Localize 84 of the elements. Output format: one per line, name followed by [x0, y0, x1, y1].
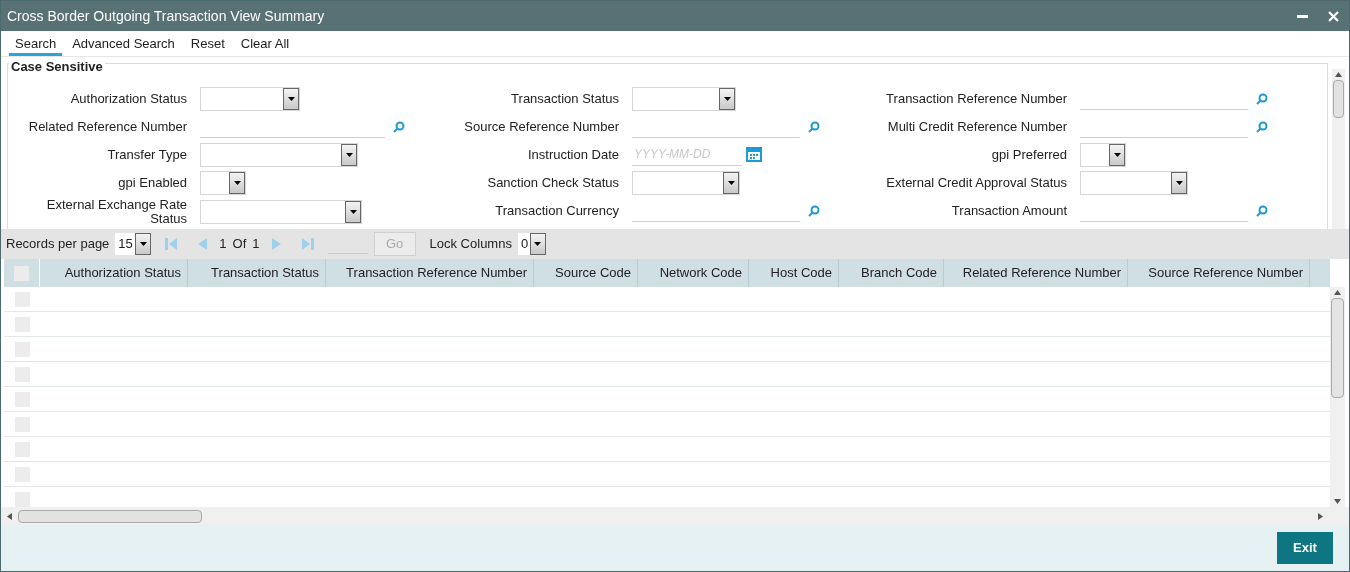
of-label: Of: [232, 235, 247, 254]
dropdown-button[interactable]: [283, 87, 299, 110]
column-header[interactable]: Branch Code: [839, 259, 944, 287]
window-title: Cross Border Outgoing Transaction View Summary: [7, 6, 325, 26]
dropdown-button[interactable]: [529, 233, 546, 255]
field-label: gpi Enabled: [117, 175, 188, 190]
column-header[interactable]: Source Code: [534, 259, 638, 287]
field-label: Transaction Status: [510, 91, 620, 106]
scroll-thumb[interactable]: [1333, 80, 1344, 118]
column-header[interactable]: Authorization Status: [40, 259, 188, 287]
search-icon[interactable]: [1256, 120, 1268, 133]
caret-icon: [139, 242, 147, 246]
calendar-icon[interactable]: [746, 147, 762, 162]
dropdown-button[interactable]: [1171, 171, 1187, 194]
caret-icon: [534, 242, 542, 246]
caret-icon: [233, 180, 241, 185]
select-field[interactable]: [200, 170, 246, 195]
dropdown-button[interactable]: [341, 143, 357, 166]
toolbar-tab[interactable]: Clear All: [234, 32, 296, 56]
field-label: Authorization Status: [69, 91, 188, 106]
field-label: Related Reference Number: [27, 119, 188, 134]
caret-icon: [345, 152, 353, 157]
records-label: Records per page: [6, 235, 110, 254]
lock-columns-label: Lock Columns: [429, 235, 512, 254]
search-icon[interactable]: [808, 120, 820, 133]
vertical-scrollbar[interactable]: [1330, 287, 1345, 507]
select-field[interactable]: [1080, 142, 1126, 167]
select-field[interactable]: [632, 170, 740, 195]
search-icon[interactable]: [808, 204, 820, 217]
field-label: External Exchange Rate Status: [45, 198, 188, 226]
lock-columns-select[interactable]: 0: [517, 233, 546, 255]
caret-icon: [349, 210, 357, 214]
scroll-right-icon[interactable]: [1318, 512, 1323, 520]
toolbar-tab[interactable]: Reset: [184, 32, 231, 56]
scroll-left-icon[interactable]: [7, 512, 12, 520]
toolbar-tab[interactable]: Advanced Search: [66, 32, 181, 56]
search-icon[interactable]: [1256, 204, 1268, 217]
dropdown-button[interactable]: [229, 171, 245, 194]
field-label: gpi Preferred: [990, 147, 1068, 162]
exit-button[interactable]: Exit: [1277, 532, 1333, 564]
select-field[interactable]: [200, 86, 300, 111]
column-header[interactable]: Source Reference Number: [1128, 259, 1310, 287]
field-label: Sanction Check Status: [486, 175, 620, 190]
column-header[interactable]: Host Code: [749, 259, 839, 287]
horizontal-scrollbar[interactable]: [1, 507, 1349, 525]
caret-icon: [1113, 152, 1121, 157]
dropdown-button[interactable]: [719, 87, 735, 110]
column-header[interactable]: Network Code: [638, 259, 749, 287]
column-header[interactable]: Related Reference Number: [944, 259, 1128, 287]
select-field[interactable]: [200, 200, 362, 224]
scroll-up-icon[interactable]: [1334, 290, 1341, 295]
field-label: Instruction Date: [526, 147, 620, 162]
field-label: Transaction Reference Number: [885, 91, 1068, 106]
caret-icon: [727, 180, 735, 185]
field-label: Source Reference Number: [463, 119, 620, 134]
close-icon[interactable]: [1328, 10, 1339, 22]
scroll-down-icon[interactable]: [1334, 499, 1341, 504]
field-label: Transfer Type: [106, 147, 188, 162]
select-field[interactable]: [200, 142, 358, 167]
caret-icon: [723, 96, 731, 101]
scroll-thumb[interactable]: [18, 509, 202, 523]
records-select[interactable]: 15: [115, 233, 152, 255]
select-field[interactable]: [1080, 170, 1188, 195]
field-label: External Credit Approval Status: [885, 175, 1068, 190]
scroll-thumb[interactable]: [1331, 298, 1344, 398]
dropdown-button[interactable]: [345, 201, 361, 223]
select-all-checkbox[interactable]: [14, 265, 29, 281]
field-label: Transaction Currency: [494, 203, 620, 218]
dropdown-button[interactable]: [1109, 143, 1125, 166]
caret-icon: [287, 96, 295, 101]
dropdown-button[interactable]: [135, 233, 152, 255]
page-total: 1: [252, 235, 260, 254]
search-icon[interactable]: [393, 120, 405, 133]
dropdown-button[interactable]: [723, 171, 739, 194]
vertical-scrollbar[interactable]: [1332, 69, 1345, 229]
caret-icon: [1175, 180, 1183, 185]
search-icon[interactable]: [1256, 92, 1268, 105]
scroll-up-icon[interactable]: [1335, 72, 1342, 77]
field-label: Transaction Amount: [950, 203, 1068, 218]
field-label: Multi Credit Reference Number: [886, 119, 1068, 134]
column-header[interactable]: Transaction Reference Number: [326, 259, 534, 287]
select-field[interactable]: [632, 86, 736, 111]
page-number: 1: [219, 235, 227, 254]
column-header[interactable]: Transaction Status: [188, 259, 326, 287]
